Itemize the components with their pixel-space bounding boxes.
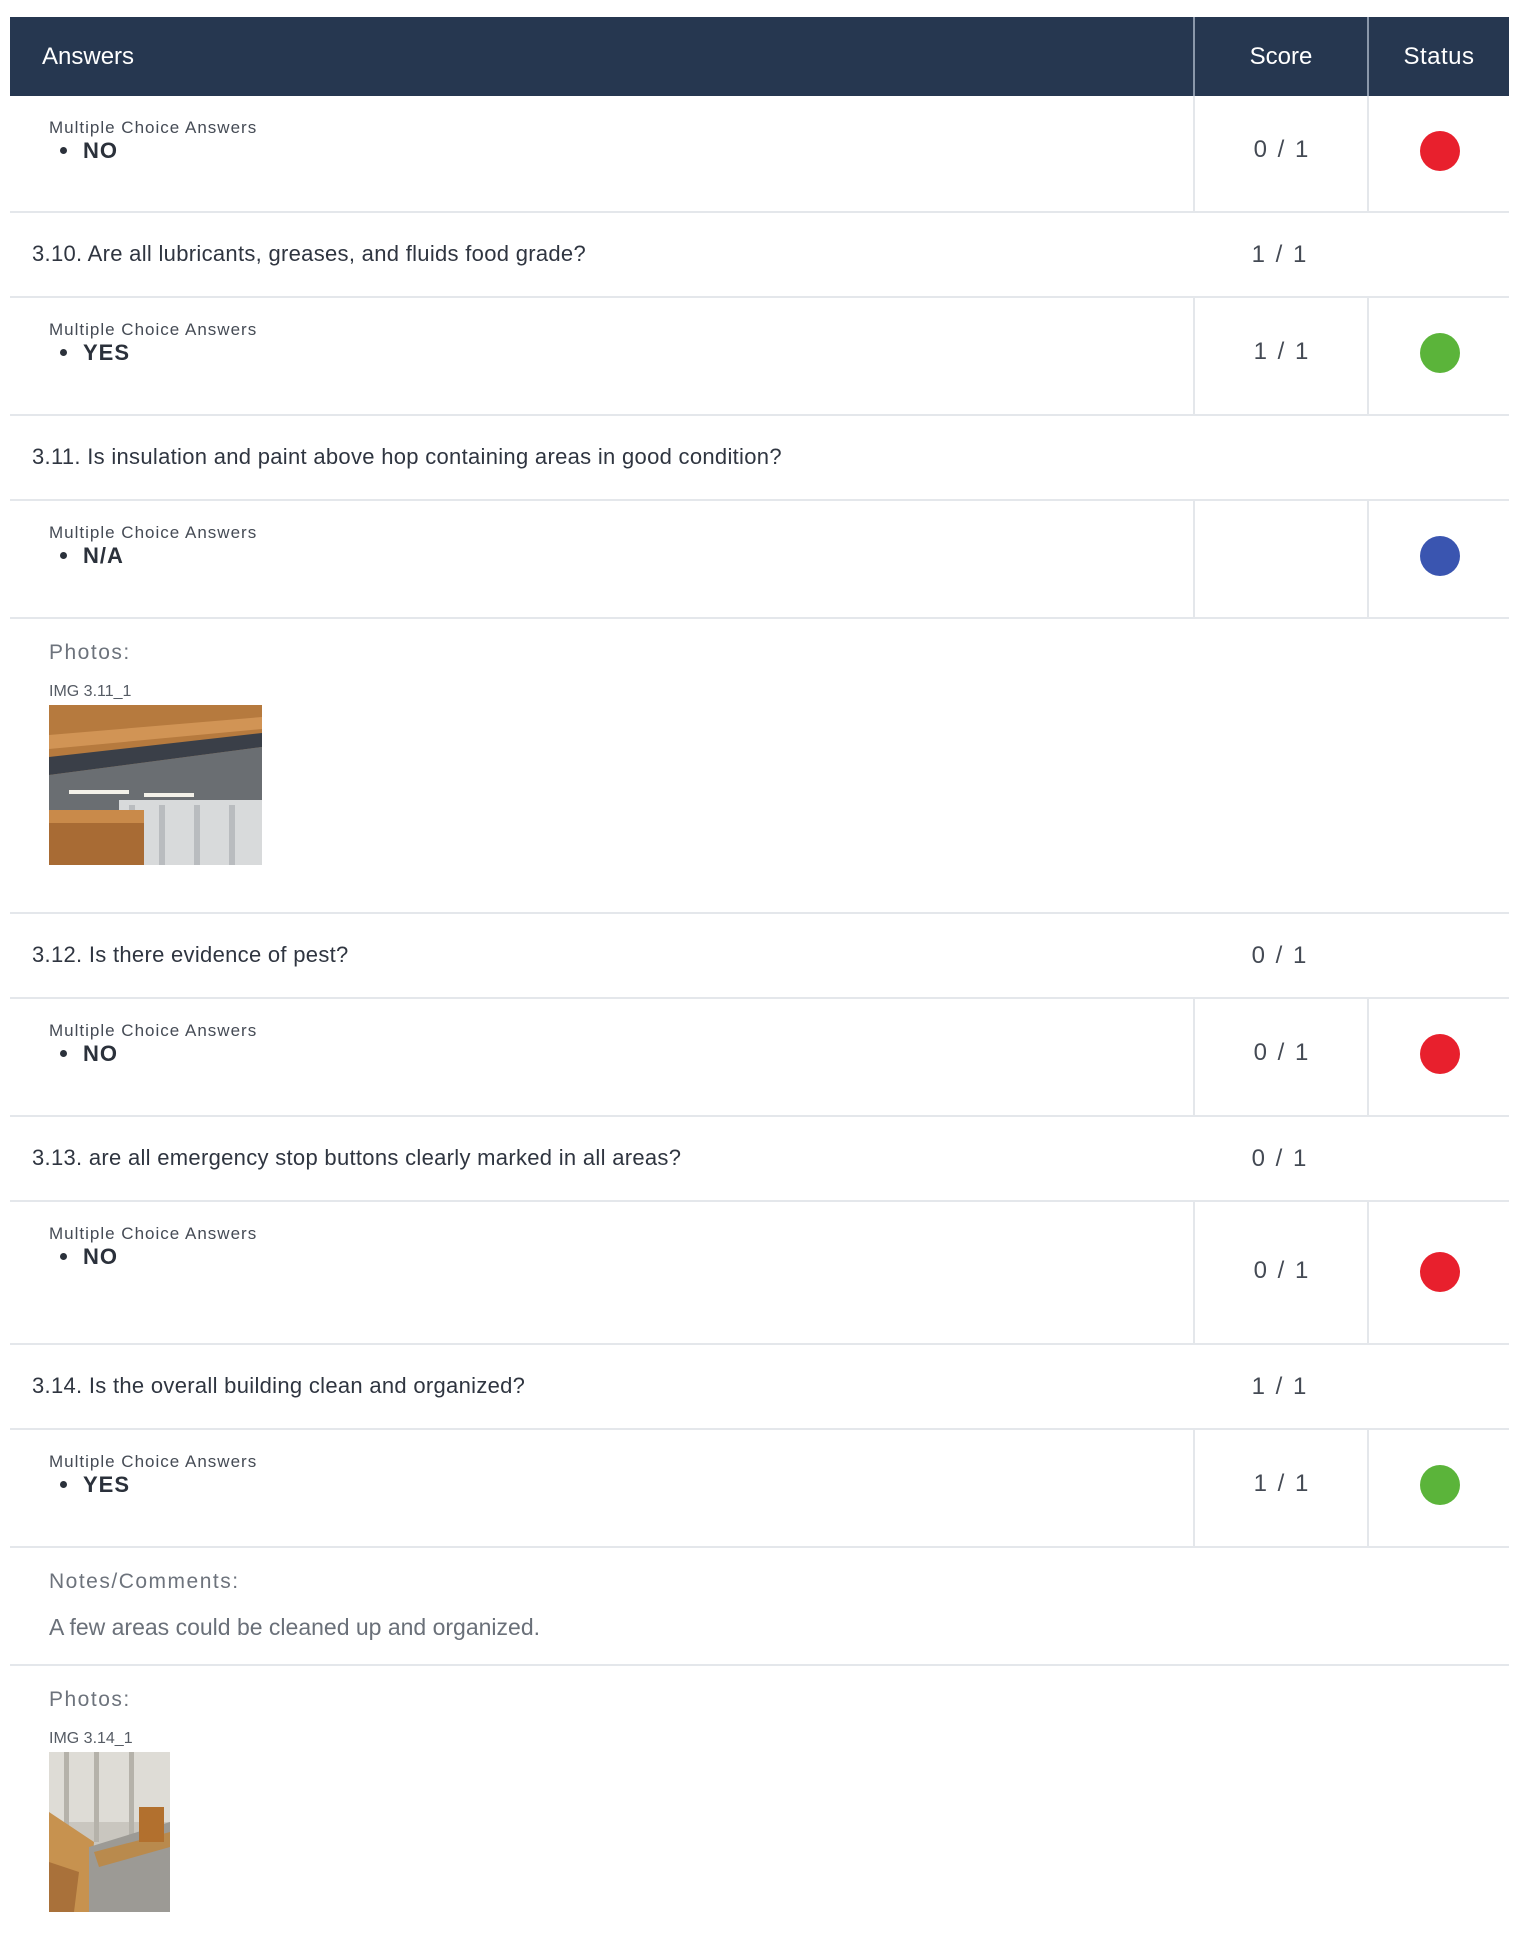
inspection-table: Answers Score Status Multiple Choice Ans… <box>10 17 1509 1936</box>
notes-row: Notes/Comments: A few areas could be cle… <box>10 1548 1509 1666</box>
answer-value: N/A <box>60 543 124 569</box>
header-score: Score <box>1193 17 1367 96</box>
question-row: 3.12. Is there evidence of pest? 0 / 1 <box>10 914 1509 999</box>
question-score: 1 / 1 <box>1251 1373 1309 1400</box>
mca-label: Multiple Choice Answers <box>49 1452 258 1471</box>
question-row: 3.10. Are all lubricants, greases, and f… <box>10 213 1509 298</box>
answer-value: NO <box>60 1041 118 1067</box>
photo-thumbnail[interactable] <box>49 705 262 865</box>
answer-value: NO <box>60 138 118 164</box>
question-text: 3.10. Are all lubricants, greases, and f… <box>32 241 586 266</box>
status-dot-green-icon <box>1420 333 1460 373</box>
header-status: Status <box>1367 17 1509 96</box>
photo-thumbnail[interactable] <box>49 1752 170 1912</box>
score-cell: 1 / 1 <box>1193 1430 1369 1546</box>
status-dot-green-icon <box>1420 1465 1460 1505</box>
photos-label: Photos: <box>49 1688 131 1711</box>
status-dot-red-icon <box>1420 1252 1460 1292</box>
score-cell: 0 / 1 <box>1193 1202 1369 1343</box>
question-row: 3.11. Is insulation and paint above hop … <box>10 416 1509 501</box>
question-text: 3.11. Is insulation and paint above hop … <box>32 444 782 469</box>
question-row: 3.14. Is the overall building clean and … <box>10 1345 1509 1430</box>
question-score: 0 / 1 <box>1251 942 1309 969</box>
score-cell <box>1193 501 1369 617</box>
photos-row: Photos: IMG 3.11_1 <box>10 619 1509 914</box>
score-value: 0 / 1 <box>1253 1257 1311 1284</box>
bullet-icon <box>60 1480 67 1488</box>
question-text: 3.13. are all emergency stop buttons cle… <box>32 1145 682 1170</box>
status-cell <box>1367 1202 1511 1343</box>
bullet-icon <box>60 348 67 356</box>
bullet-icon <box>60 1252 67 1260</box>
photos-row: Photos: IMG 3.14_1 <box>10 1666 1509 1936</box>
answer-row: Multiple Choice Answers YES 1 / 1 <box>10 1430 1509 1548</box>
header-answers: Answers <box>42 43 135 70</box>
bullet-icon <box>60 1049 67 1057</box>
score-value: 0 / 1 <box>1253 1039 1311 1066</box>
question-text: 3.12. Is there evidence of pest? <box>32 942 349 967</box>
question-score: 0 / 1 <box>1251 1145 1309 1172</box>
bullet-icon <box>60 146 67 154</box>
photo-caption: IMG 3.11_1 <box>49 683 132 700</box>
bullet-icon <box>60 551 67 559</box>
answer-row: Multiple Choice Answers N/A <box>10 501 1509 619</box>
mca-label: Multiple Choice Answers <box>49 1021 258 1040</box>
score-value: 0 / 1 <box>1253 136 1311 163</box>
status-cell <box>1367 501 1511 617</box>
mca-label: Multiple Choice Answers <box>49 118 258 137</box>
status-cell <box>1367 1430 1511 1546</box>
notes-label: Notes/Comments: <box>49 1570 240 1593</box>
status-cell <box>1367 96 1511 211</box>
answer-value: NO <box>60 1244 118 1270</box>
status-dot-red-icon <box>1420 1034 1460 1074</box>
score-value: 1 / 1 <box>1253 338 1311 365</box>
answer-row: Multiple Choice Answers YES 1 / 1 <box>10 298 1509 416</box>
answer-value: YES <box>60 340 130 366</box>
question-text: 3.14. Is the overall building clean and … <box>32 1373 526 1398</box>
notes-text: A few areas could be cleaned up and orga… <box>49 1614 541 1640</box>
score-cell: 0 / 1 <box>1193 96 1369 211</box>
answer-row: Multiple Choice Answers NO 0 / 1 <box>10 1202 1509 1345</box>
photos-label: Photos: <box>49 641 131 664</box>
status-dot-blue-icon <box>1420 536 1460 576</box>
mca-label: Multiple Choice Answers <box>49 523 258 542</box>
photo-caption: IMG 3.14_1 <box>49 1730 133 1747</box>
question-score: 1 / 1 <box>1251 241 1309 268</box>
question-row: 3.13. are all emergency stop buttons cle… <box>10 1117 1509 1202</box>
mca-label: Multiple Choice Answers <box>49 320 258 339</box>
answer-row: Multiple Choice Answers NO 0 / 1 <box>10 96 1509 213</box>
status-dot-red-icon <box>1420 131 1460 171</box>
score-value: 1 / 1 <box>1253 1470 1311 1497</box>
answer-row: Multiple Choice Answers NO 0 / 1 <box>10 999 1509 1117</box>
table-header: Answers Score Status <box>10 17 1509 96</box>
mca-label: Multiple Choice Answers <box>49 1224 258 1243</box>
status-cell <box>1367 999 1511 1115</box>
score-cell: 1 / 1 <box>1193 298 1369 414</box>
status-cell <box>1367 298 1511 414</box>
score-cell: 0 / 1 <box>1193 999 1369 1115</box>
answer-value: YES <box>60 1472 130 1498</box>
